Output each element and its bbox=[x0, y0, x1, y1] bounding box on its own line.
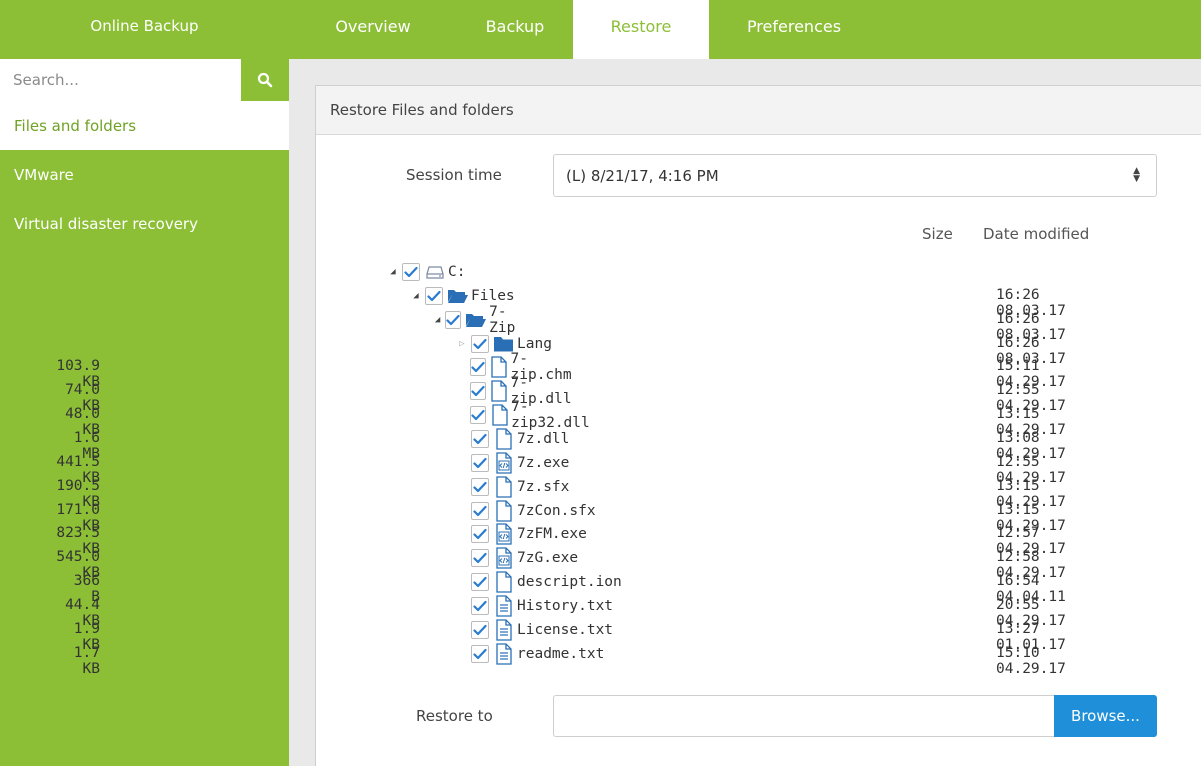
file-icon bbox=[490, 404, 509, 426]
item-date-modified: 15:10 04.29.17 bbox=[996, 645, 1066, 677]
checkbox[interactable] bbox=[402, 263, 420, 281]
checkbox[interactable] bbox=[469, 358, 486, 376]
expand-triangle-icon[interactable]: ◢ bbox=[411, 291, 421, 301]
item-name: 7zG.exe bbox=[517, 550, 579, 566]
item-size: 1.7 KB bbox=[73, 645, 100, 677]
checkbox[interactable] bbox=[425, 287, 443, 305]
tab-overview[interactable]: Overview bbox=[289, 0, 457, 59]
checkbox[interactable] bbox=[471, 430, 489, 448]
file-icon bbox=[493, 476, 515, 498]
checkbox[interactable] bbox=[469, 406, 486, 424]
sidebar: Files and folders VMware Virtual disaste… bbox=[0, 59, 289, 766]
checkbox[interactable] bbox=[471, 502, 489, 520]
tree-file-row[interactable]: descript.ion bbox=[457, 570, 622, 594]
checkbox[interactable] bbox=[471, 335, 489, 353]
checkbox[interactable] bbox=[445, 311, 462, 329]
tree-file-row[interactable]: History.txt bbox=[457, 594, 613, 618]
checkbox[interactable] bbox=[471, 454, 489, 472]
file-icon bbox=[490, 380, 509, 402]
text-icon bbox=[493, 595, 515, 617]
checkbox[interactable] bbox=[471, 525, 489, 543]
sidebar-search bbox=[0, 59, 289, 101]
expand-triangle-icon[interactable]: ◢ bbox=[434, 315, 441, 325]
checkbox[interactable] bbox=[471, 478, 489, 496]
exe-icon bbox=[493, 547, 515, 569]
item-name: 7zCon.sfx bbox=[517, 503, 596, 519]
item-name: descript.ion bbox=[517, 574, 622, 590]
item-name: License.txt bbox=[517, 622, 614, 638]
folder-open-icon bbox=[465, 310, 487, 330]
restore-to-label: Restore to bbox=[416, 707, 493, 725]
tree-file-row[interactable]: readme.txt bbox=[457, 642, 604, 666]
tree-file-row[interactable]: License.txt bbox=[457, 618, 613, 642]
tab-backup[interactable]: Backup bbox=[457, 0, 573, 59]
file-icon bbox=[493, 428, 515, 450]
restore-panel: Restore Files and folders Session time (… bbox=[56, 85, 1201, 766]
sidebar-item-files-and-folders[interactable]: Files and folders bbox=[0, 101, 289, 150]
tree-file-row[interactable]: 7zG.exe bbox=[457, 546, 578, 570]
item-name: Files bbox=[471, 288, 515, 304]
drive-icon bbox=[424, 262, 446, 282]
item-name: 7z.exe bbox=[517, 455, 570, 471]
expand-triangle-icon[interactable]: ◢ bbox=[388, 267, 398, 277]
file-icon bbox=[493, 500, 515, 522]
checkbox[interactable] bbox=[471, 645, 489, 663]
select-arrows-icon: ▲ ▼ bbox=[1133, 166, 1140, 184]
tree-file-row[interactable]: 7z.dll bbox=[457, 427, 569, 451]
search-icon bbox=[257, 72, 273, 88]
item-name: 7zFM.exe bbox=[517, 526, 587, 542]
folder-open-icon bbox=[447, 286, 469, 306]
tree-folder-row[interactable]: ◢ 7-Zip bbox=[434, 304, 520, 336]
main-area: Restore Files and folders Session time (… bbox=[56, 59, 1201, 766]
checkbox[interactable] bbox=[471, 597, 489, 615]
tree-file-row[interactable]: 7zFM.exe bbox=[457, 522, 587, 546]
tree-file-row[interactable]: 7-zip32.dll bbox=[457, 399, 596, 431]
text-icon bbox=[493, 619, 515, 641]
sidebar-item-virtual-disaster-recovery[interactable]: Virtual disaster recovery bbox=[0, 199, 289, 248]
tab-restore[interactable]: Restore bbox=[573, 0, 709, 59]
exe-icon bbox=[493, 523, 515, 545]
item-name: 7z.dll bbox=[517, 431, 570, 447]
checkbox[interactable] bbox=[471, 549, 489, 567]
item-name: readme.txt bbox=[517, 646, 605, 662]
item-name: C: bbox=[448, 264, 466, 280]
collapse-triangle-icon[interactable]: ▷ bbox=[457, 339, 467, 349]
tree-folder-row[interactable]: ◢ C: bbox=[388, 260, 465, 284]
tree-file-row[interactable]: 7zCon.sfx bbox=[457, 499, 596, 523]
column-size-header: Size bbox=[922, 225, 953, 243]
session-time-select[interactable]: (L) 8/21/17, 4:16 PM ▲ ▼ bbox=[553, 154, 1157, 197]
tab-preferences[interactable]: Preferences bbox=[709, 0, 879, 59]
checkbox[interactable] bbox=[469, 382, 486, 400]
panel-title: Restore Files and folders bbox=[316, 86, 1201, 135]
checkbox[interactable] bbox=[471, 573, 489, 591]
tree-file-row[interactable]: 7z.sfx bbox=[457, 475, 569, 499]
item-name: Lang bbox=[517, 336, 552, 352]
search-button[interactable] bbox=[241, 59, 289, 101]
top-bar: Online Backup Overview Backup Restore Pr… bbox=[0, 0, 1201, 59]
app-brand: Online Backup bbox=[90, 16, 199, 35]
tree-file-row[interactable]: 7z.exe bbox=[457, 451, 569, 475]
file-icon bbox=[493, 571, 515, 593]
exe-icon bbox=[493, 452, 515, 474]
checkbox[interactable] bbox=[471, 621, 489, 639]
browse-button[interactable]: Browse... bbox=[1054, 695, 1157, 737]
column-date-header: Date modified bbox=[983, 225, 1090, 243]
search-input[interactable] bbox=[0, 59, 241, 101]
restore-to-input[interactable] bbox=[553, 695, 1055, 737]
item-name: History.txt bbox=[517, 598, 614, 614]
session-time-label: Session time bbox=[406, 166, 502, 184]
session-time-value: (L) 8/21/17, 4:16 PM bbox=[566, 166, 719, 185]
main-tabs: Overview Backup Restore Preferences bbox=[289, 0, 879, 59]
item-name: 7z.sfx bbox=[517, 479, 570, 495]
file-icon bbox=[490, 356, 509, 378]
text-icon bbox=[493, 643, 515, 665]
sidebar-item-vmware[interactable]: VMware bbox=[0, 150, 289, 199]
